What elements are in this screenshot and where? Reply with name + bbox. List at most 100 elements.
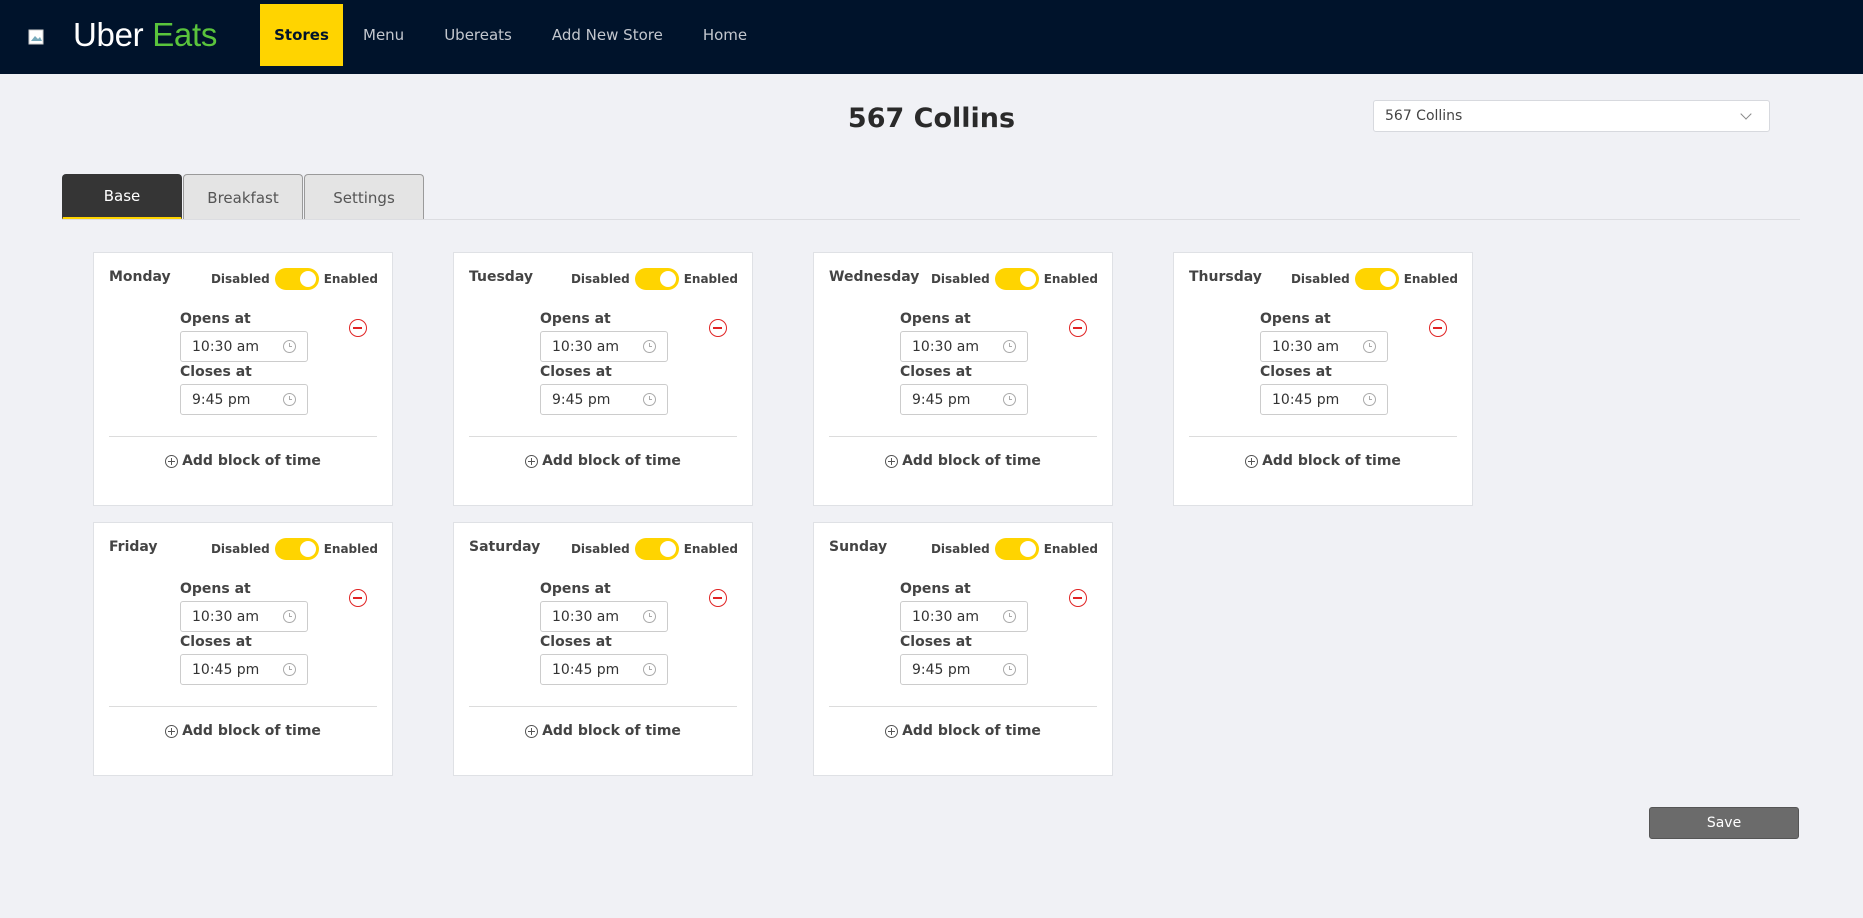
nav-ubereats[interactable]: Ubereats xyxy=(424,4,532,66)
add-block-button[interactable]: Add block of time xyxy=(94,723,392,739)
remove-block-icon[interactable] xyxy=(349,319,367,337)
opens-at-input[interactable]: 10:30 am xyxy=(180,601,308,632)
add-block-button[interactable]: Add block of time xyxy=(1174,453,1472,469)
clock-icon xyxy=(283,663,296,676)
opens-at-input[interactable]: 10:30 am xyxy=(180,331,308,362)
toggle-knob xyxy=(1379,271,1396,287)
tab-base[interactable]: Base xyxy=(62,174,182,220)
plus-circle-icon xyxy=(885,724,899,738)
add-block-button[interactable]: Add block of time xyxy=(814,453,1112,469)
toggle-knob xyxy=(659,271,676,287)
clock-icon xyxy=(283,610,296,623)
closes-at-value: 9:45 pm xyxy=(912,661,971,678)
closes-at-value: 9:45 pm xyxy=(552,391,611,408)
day-toggle-group: Disabled Enabled xyxy=(931,268,1098,290)
opens-at-label: Opens at xyxy=(540,581,611,597)
day-enabled-toggle[interactable] xyxy=(994,268,1039,290)
closes-at-input[interactable]: 9:45 pm xyxy=(900,654,1028,685)
day-enabled-toggle[interactable] xyxy=(634,268,679,290)
remove-block-icon[interactable] xyxy=(1069,319,1087,337)
closes-at-value: 10:45 pm xyxy=(552,661,620,678)
toggle-disabled-label: Disabled xyxy=(930,272,990,286)
card-divider xyxy=(829,436,1097,437)
opens-at-label: Opens at xyxy=(1260,311,1331,327)
remove-block-icon[interactable] xyxy=(349,589,367,607)
remove-block-icon[interactable] xyxy=(709,319,727,337)
day-enabled-toggle[interactable] xyxy=(1354,268,1399,290)
card-divider xyxy=(109,706,377,707)
closes-at-value: 9:45 pm xyxy=(912,391,971,408)
add-block-button[interactable]: Add block of time xyxy=(454,453,752,469)
closes-at-input[interactable]: 10:45 pm xyxy=(540,654,668,685)
closes-at-input[interactable]: 10:45 pm xyxy=(180,654,308,685)
clock-icon xyxy=(643,340,656,353)
opens-at-input[interactable]: 10:30 am xyxy=(900,601,1028,632)
clock-icon xyxy=(643,393,656,406)
toggle-knob xyxy=(1019,541,1036,557)
add-block-label: Add block of time xyxy=(1262,453,1401,469)
day-name: Tuesday xyxy=(469,269,533,285)
day-card-saturday: Saturday Disabled Enabled Opens at 10:30… xyxy=(453,522,753,776)
add-block-button[interactable]: Add block of time xyxy=(454,723,752,739)
closes-at-value: 9:45 pm xyxy=(192,391,251,408)
opens-at-input[interactable]: 10:30 am xyxy=(540,601,668,632)
clock-icon xyxy=(1003,393,1016,406)
tab-bar: Base Breakfast Settings xyxy=(62,174,425,220)
day-toggle-group: Disabled Enabled xyxy=(571,538,738,560)
clock-icon xyxy=(1003,610,1016,623)
opens-at-input[interactable]: 10:30 am xyxy=(900,331,1028,362)
toggle-enabled-label: Enabled xyxy=(1043,272,1098,286)
toggle-knob xyxy=(659,541,676,557)
toggle-disabled-label: Disabled xyxy=(930,542,990,556)
day-card-wednesday: Wednesday Disabled Enabled Opens at 10:3… xyxy=(813,252,1113,506)
clock-icon xyxy=(283,340,296,353)
add-block-label: Add block of time xyxy=(182,723,321,739)
day-card-sunday: Sunday Disabled Enabled Opens at 10:30 a… xyxy=(813,522,1113,776)
clock-icon xyxy=(643,663,656,676)
day-enabled-toggle[interactable] xyxy=(274,538,319,560)
day-enabled-toggle[interactable] xyxy=(634,538,679,560)
opens-at-label: Opens at xyxy=(180,581,251,597)
closes-at-label: Closes at xyxy=(900,364,972,380)
closes-at-input[interactable]: 9:45 pm xyxy=(900,384,1028,415)
add-block-button[interactable]: Add block of time xyxy=(814,723,1112,739)
store-select[interactable]: 567 Collins xyxy=(1373,100,1770,132)
remove-block-icon[interactable] xyxy=(1069,589,1087,607)
closes-at-input[interactable]: 9:45 pm xyxy=(180,384,308,415)
day-name: Monday xyxy=(109,269,171,285)
plus-circle-icon xyxy=(165,724,179,738)
closes-at-label: Closes at xyxy=(540,634,612,650)
clock-icon xyxy=(643,610,656,623)
main-nav: Stores Menu Ubereats Add New Store Home xyxy=(260,4,767,66)
tab-breakfast[interactable]: Breakfast xyxy=(183,174,303,220)
card-divider xyxy=(109,436,377,437)
clock-icon xyxy=(1363,393,1376,406)
nav-add-new-store[interactable]: Add New Store xyxy=(532,4,683,66)
card-divider xyxy=(469,706,737,707)
nav-stores[interactable]: Stores xyxy=(260,4,343,66)
opens-at-label: Opens at xyxy=(180,311,251,327)
toggle-knob xyxy=(299,271,316,287)
day-enabled-toggle[interactable] xyxy=(274,268,319,290)
day-card-tuesday: Tuesday Disabled Enabled Opens at 10:30 … xyxy=(453,252,753,506)
day-name: Saturday xyxy=(469,539,541,555)
tab-settings[interactable]: Settings xyxy=(304,174,424,220)
toggle-enabled-label: Enabled xyxy=(683,542,738,556)
closes-at-label: Closes at xyxy=(540,364,612,380)
closes-at-label: Closes at xyxy=(900,634,972,650)
remove-block-icon[interactable] xyxy=(1429,319,1447,337)
opens-at-input[interactable]: 10:30 am xyxy=(540,331,668,362)
add-block-button[interactable]: Add block of time xyxy=(94,453,392,469)
day-enabled-toggle[interactable] xyxy=(994,538,1039,560)
nav-menu[interactable]: Menu xyxy=(343,4,424,66)
closes-at-input[interactable]: 9:45 pm xyxy=(540,384,668,415)
day-name: Thursday xyxy=(1189,269,1262,285)
closes-at-label: Closes at xyxy=(180,634,252,650)
nav-home[interactable]: Home xyxy=(683,4,767,66)
opens-at-input[interactable]: 10:30 am xyxy=(1260,331,1388,362)
opens-at-value: 10:30 am xyxy=(912,608,980,625)
remove-block-icon[interactable] xyxy=(709,589,727,607)
uber-eats-logo[interactable]: Uber Eats xyxy=(73,15,217,55)
closes-at-input[interactable]: 10:45 pm xyxy=(1260,384,1388,415)
save-button[interactable]: Save xyxy=(1649,807,1799,839)
